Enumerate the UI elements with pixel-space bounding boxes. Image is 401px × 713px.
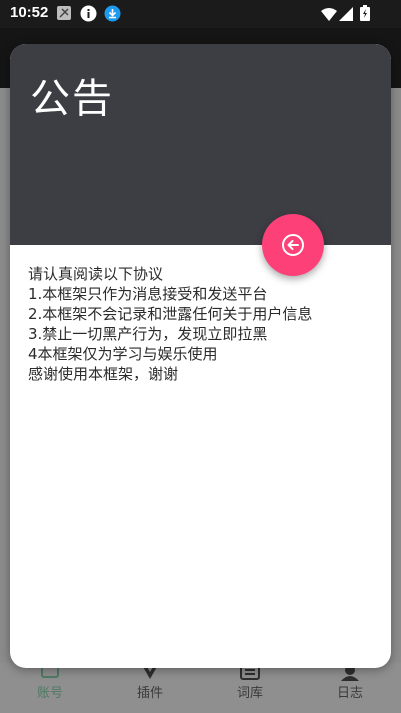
signal-icon xyxy=(339,6,353,25)
download-icon xyxy=(104,5,121,26)
status-bar: 10:52 xyxy=(0,0,401,28)
dialog-body: 请认真阅读以下协议 1.本框架只作为消息接受和发送平台 2.本框架不会记录和泄露… xyxy=(28,264,378,384)
nav-item-plugin[interactable]: 插件 xyxy=(100,663,200,713)
agreement-line: 4本框架仅为学习与娱乐使用 xyxy=(28,345,218,363)
bottom-navigation: 账号 插件 词库 日志 xyxy=(0,663,401,713)
agreement-line: 3.禁止一切黑产行为，发现立即拉黑 xyxy=(28,325,268,343)
info-icon xyxy=(80,5,97,26)
sim-icon xyxy=(56,5,72,25)
dialog-header: 公告 xyxy=(10,44,391,245)
agreement-line: 1.本框架只作为消息接受和发送平台 xyxy=(28,285,268,303)
agreement-line: 请认真阅读以下协议 xyxy=(28,265,164,283)
agreement-line: 感谢使用本框架，谢谢 xyxy=(28,365,179,383)
wifi-icon xyxy=(321,6,337,25)
battery-icon xyxy=(360,5,370,25)
nav-item-account[interactable]: 账号 xyxy=(0,663,100,713)
nav-label-log: 日志 xyxy=(336,686,363,701)
agreement-line: 2.本框架不会记录和泄露任何关于用户信息 xyxy=(28,305,313,323)
dialog-title: 公告 xyxy=(30,76,114,122)
nav-label-plugin: 插件 xyxy=(136,686,163,701)
status-time: 10:52 xyxy=(10,4,49,21)
announcement-dialog: 公告 请认真阅读以下协议 1.本框架只作为消息接受和发送平台 2.本框架不会记录… xyxy=(10,44,391,668)
nav-label-account: 账号 xyxy=(36,686,63,701)
nav-label-lexicon: 词库 xyxy=(236,686,263,701)
nav-item-lexicon[interactable]: 词库 xyxy=(200,663,300,713)
nav-item-log[interactable]: 日志 xyxy=(300,663,400,713)
back-fab-button[interactable] xyxy=(262,214,324,276)
